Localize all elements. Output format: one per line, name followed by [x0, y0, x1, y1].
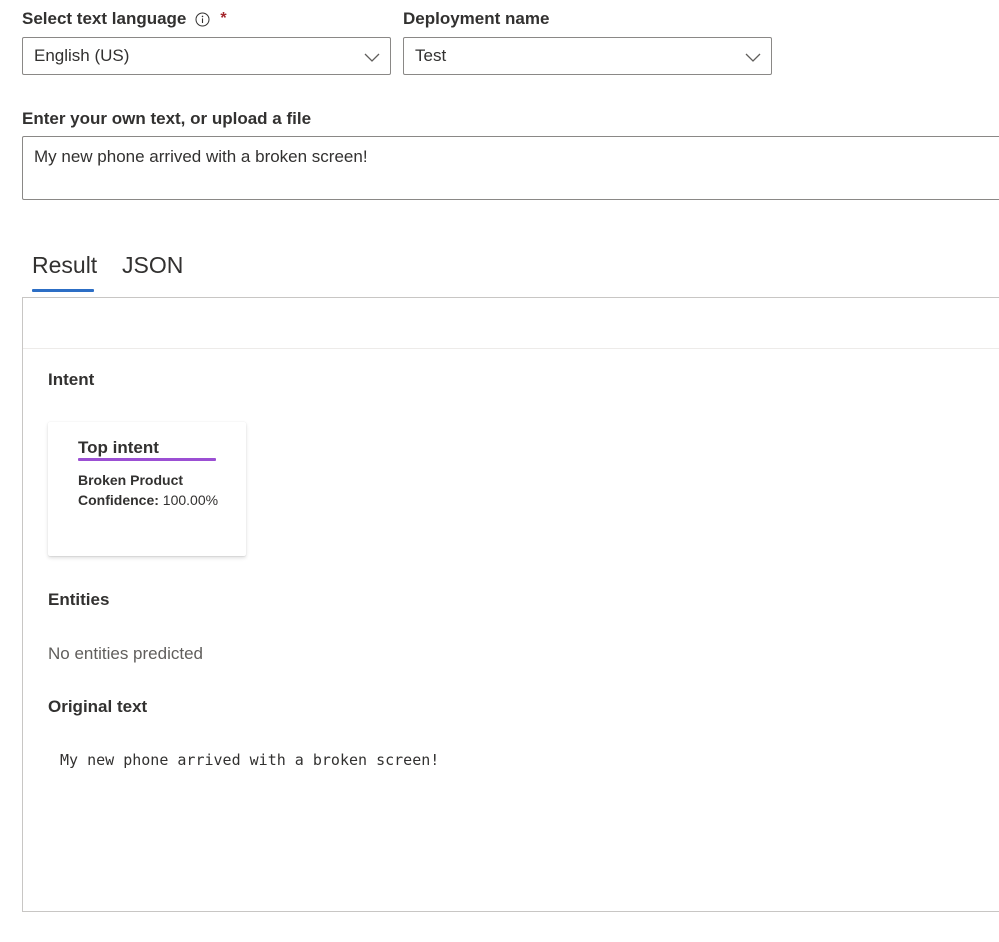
text-input-area[interactable]: My new phone arrived with a broken scree…	[22, 136, 999, 200]
top-intent-card: Top intent Broken Product Confidence: 10…	[48, 422, 246, 556]
deployment-field-label: Deployment name	[403, 9, 549, 29]
test-deployment-page: Select text language * English (US) Depl…	[0, 0, 999, 942]
result-panel: Intent Top intent Broken Product Confide…	[22, 297, 999, 912]
top-intent-title: Top intent	[78, 438, 159, 457]
panel-divider	[23, 348, 999, 349]
tab-json-label: JSON	[122, 252, 184, 278]
deployment-dropdown-value: Test	[415, 46, 447, 65]
entities-section-title: Entities	[48, 590, 110, 609]
intent-section-title: Intent	[48, 370, 95, 389]
card-accent-underline	[78, 458, 216, 461]
info-icon[interactable]	[195, 12, 210, 27]
tab-result[interactable]: Result	[32, 252, 98, 292]
language-dropdown[interactable]: English (US)	[22, 37, 391, 75]
confidence-value: 100.00%	[162, 492, 219, 508]
language-field-label: Select text language *	[22, 9, 227, 29]
deployment-dropdown[interactable]: Test	[403, 37, 772, 75]
chevron-down-icon	[364, 49, 380, 63]
text-input-label: Enter your own text, or upload a file	[22, 109, 311, 129]
language-dropdown-value: English (US)	[34, 46, 130, 65]
original-text-content: My new phone arrived with a broken scree…	[60, 751, 440, 769]
confidence-row: Confidence: 100.00%	[78, 492, 218, 508]
intent-name: Broken Product	[78, 472, 184, 488]
confidence-label: Confidence:	[78, 492, 159, 508]
original-text-section-title: Original text	[48, 697, 148, 716]
tab-json[interactable]: JSON	[122, 252, 183, 292]
language-label-text: Select text language	[22, 9, 187, 28]
text-input-label-text: Enter your own text, or upload a file	[22, 109, 312, 128]
text-input-value: My new phone arrived with a broken scree…	[34, 147, 368, 166]
tab-result-label: Result	[32, 252, 98, 278]
entities-empty-message: No entities predicted	[48, 644, 203, 663]
chevron-down-icon	[745, 49, 761, 63]
required-indicator: *	[220, 10, 227, 27]
deployment-label-text: Deployment name	[403, 9, 550, 28]
